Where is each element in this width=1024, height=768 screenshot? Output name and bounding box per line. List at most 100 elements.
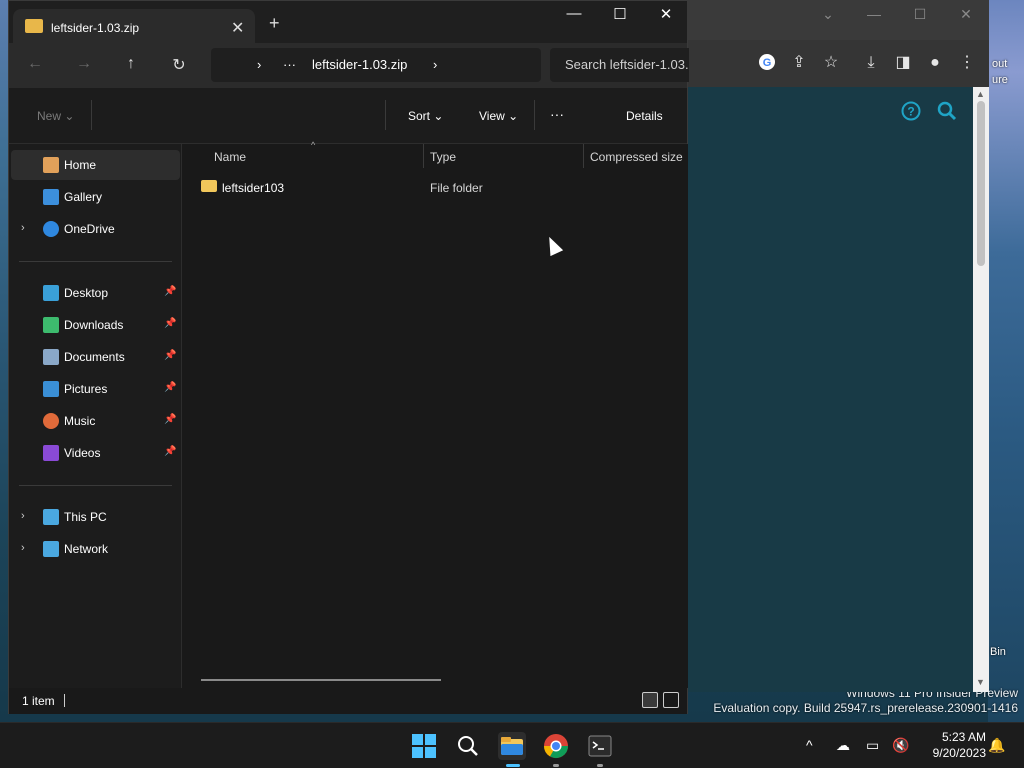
volume-muted-icon[interactable]: 🔇 — [892, 737, 909, 754]
terminal-icon[interactable] — [586, 732, 614, 760]
table-row[interactable]: leftsider103 File folder — [193, 176, 683, 200]
minimize-icon[interactable]: — — [551, 5, 597, 22]
show-hidden-icons-icon[interactable]: ^ — [806, 737, 813, 753]
new-label: New — [37, 109, 62, 123]
chrome-close-icon[interactable]: ✕ — [956, 6, 976, 23]
close-icon[interactable]: ✕ — [643, 5, 689, 23]
sidebar-item-desktop[interactable]: Desktop 📌 — [11, 278, 180, 308]
desktop-text-fragment: out — [992, 58, 1008, 70]
up-icon[interactable]: ↑ — [119, 55, 143, 73]
onedrive-tray-icon[interactable]: ☁ — [836, 737, 850, 754]
new-button[interactable]: New ⌄ — [37, 109, 74, 123]
tiles-view-icon[interactable] — [663, 692, 679, 708]
sidebar-item-onedrive[interactable]: › OneDrive — [11, 214, 180, 244]
profile-icon[interactable]: ● — [924, 53, 946, 73]
item-count: 1 item — [22, 694, 55, 708]
status-bar: 1 item — [9, 688, 687, 714]
details-view-icon[interactable] — [642, 692, 658, 708]
sidebar-item-music[interactable]: Music 📌 — [11, 406, 180, 436]
chrome-scrollbar[interactable]: ▲ ▼ — [973, 87, 989, 692]
column-header-type[interactable]: Type — [430, 150, 456, 164]
pin-icon[interactable]: 📌 — [164, 286, 176, 297]
scroll-up-icon[interactable]: ▲ — [976, 89, 985, 99]
breadcrumb-current[interactable]: leftsider-1.03.zip — [312, 57, 407, 72]
scroll-thumb[interactable] — [977, 101, 985, 266]
sidebar-item-label: Videos — [64, 446, 101, 460]
search-icon[interactable] — [454, 732, 482, 760]
horizontal-scrollbar[interactable] — [201, 679, 441, 681]
explorer-tab[interactable]: leftsider-1.03.zip ✕ — [13, 9, 255, 43]
column-divider[interactable] — [583, 144, 584, 168]
sidebar-item-label: Documents — [64, 350, 125, 364]
taskbar: ^ ☁ ▭ 🔇 5:23 AM 9/20/2023 🔔 — [0, 722, 1024, 768]
pin-icon[interactable]: 📌 — [164, 382, 176, 393]
new-tab-icon[interactable]: + — [269, 13, 280, 34]
chrome-icon[interactable] — [542, 732, 570, 760]
chevron-right-icon[interactable]: › — [257, 57, 261, 72]
share-icon[interactable]: ⇪ — [788, 53, 810, 73]
network-tray-icon[interactable]: ▭ — [866, 737, 879, 754]
column-header-compressed-size[interactable]: Compressed size — [590, 150, 683, 164]
view-button[interactable]: View ⌄ — [479, 109, 518, 123]
google-icon[interactable]: G — [756, 53, 778, 77]
system-clock[interactable]: 5:23 AM 9/20/2023 — [920, 729, 986, 761]
recycle-bin-label[interactable]: Bin — [990, 646, 1006, 658]
chrome-maximize-icon[interactable]: ☐ — [910, 6, 930, 23]
sidebar-item-downloads[interactable]: Downloads 📌 — [11, 310, 180, 340]
refresh-icon[interactable]: ↻ — [167, 55, 191, 75]
sidebar-item-pictures[interactable]: Pictures 📌 — [11, 374, 180, 404]
help-icon[interactable]: ? — [900, 101, 922, 125]
sidebar-item-home[interactable]: Home — [11, 150, 180, 180]
more-options-icon[interactable]: ··· — [550, 106, 564, 122]
chrome-tabsearch-icon[interactable]: ⌄ — [818, 6, 838, 23]
scroll-down-icon[interactable]: ▼ — [976, 677, 985, 687]
pin-icon[interactable]: 📌 — [164, 446, 176, 457]
explorer-tabbar: leftsider-1.03.zip ✕ + — ☐ ✕ — [9, 1, 687, 43]
status-divider — [64, 694, 65, 707]
search-icon[interactable] — [936, 101, 958, 127]
chevron-right-icon[interactable]: › — [21, 542, 25, 554]
sidebar-item-network[interactable]: › Network — [11, 534, 180, 564]
sort-button[interactable]: Sort ⌄ — [408, 109, 443, 123]
sidebar-item-label: Home — [64, 158, 97, 172]
file-explorer-icon[interactable] — [498, 732, 526, 760]
search-placeholder: Search leftsider-1.03.zip — [565, 57, 689, 72]
home-icon — [43, 157, 59, 173]
column-header-name[interactable]: Name — [214, 150, 246, 164]
pictures-icon — [43, 381, 59, 397]
more-crumbs-icon[interactable]: ··· — [283, 57, 296, 72]
sidebar-item-videos[interactable]: Videos 📌 — [11, 438, 180, 468]
cloud-icon — [43, 221, 59, 237]
file-type: File folder — [430, 181, 483, 195]
address-bar[interactable]: › ··· leftsider-1.03.zip › — [211, 48, 541, 82]
pin-icon[interactable]: 📌 — [164, 414, 176, 425]
divider — [534, 100, 535, 130]
back-icon[interactable]: ← — [23, 55, 47, 73]
column-divider[interactable] — [423, 144, 424, 168]
chevron-right-icon[interactable]: › — [21, 222, 25, 234]
sidebar-item-documents[interactable]: Documents 📌 — [11, 342, 180, 372]
sidebar-item-gallery[interactable]: Gallery — [11, 182, 180, 212]
tab-close-icon[interactable]: ✕ — [231, 18, 244, 38]
pin-icon[interactable]: 📌 — [164, 318, 176, 329]
chrome-minimize-icon[interactable]: — — [864, 6, 884, 22]
menu-icon[interactable]: ⋮ — [956, 53, 978, 73]
pin-icon[interactable]: 📌 — [164, 350, 176, 361]
sidebar-item-this-pc[interactable]: › This PC — [11, 502, 180, 532]
search-input[interactable]: Search leftsider-1.03.zip — [550, 48, 689, 82]
start-icon[interactable] — [410, 732, 438, 760]
star-icon[interactable]: ☆ — [820, 53, 842, 73]
notification-bell-icon[interactable]: 🔔 — [988, 737, 1005, 754]
computer-icon — [43, 509, 59, 525]
divider — [91, 100, 92, 130]
maximize-icon[interactable]: ☐ — [597, 5, 643, 23]
download-icon[interactable]: ⤓ — [860, 53, 882, 73]
date: 9/20/2023 — [932, 746, 986, 760]
details-button[interactable]: Details — [626, 109, 663, 123]
zip-folder-icon — [25, 19, 43, 33]
explorer-navbar: ← → ↑ ↻ › ··· leftsider-1.03.zip › Searc… — [9, 43, 689, 88]
chevron-right-icon[interactable]: › — [433, 57, 437, 72]
forward-icon[interactable]: → — [72, 55, 96, 73]
chevron-right-icon[interactable]: › — [21, 510, 25, 522]
sidepanel-icon[interactable]: ◨ — [892, 53, 914, 73]
